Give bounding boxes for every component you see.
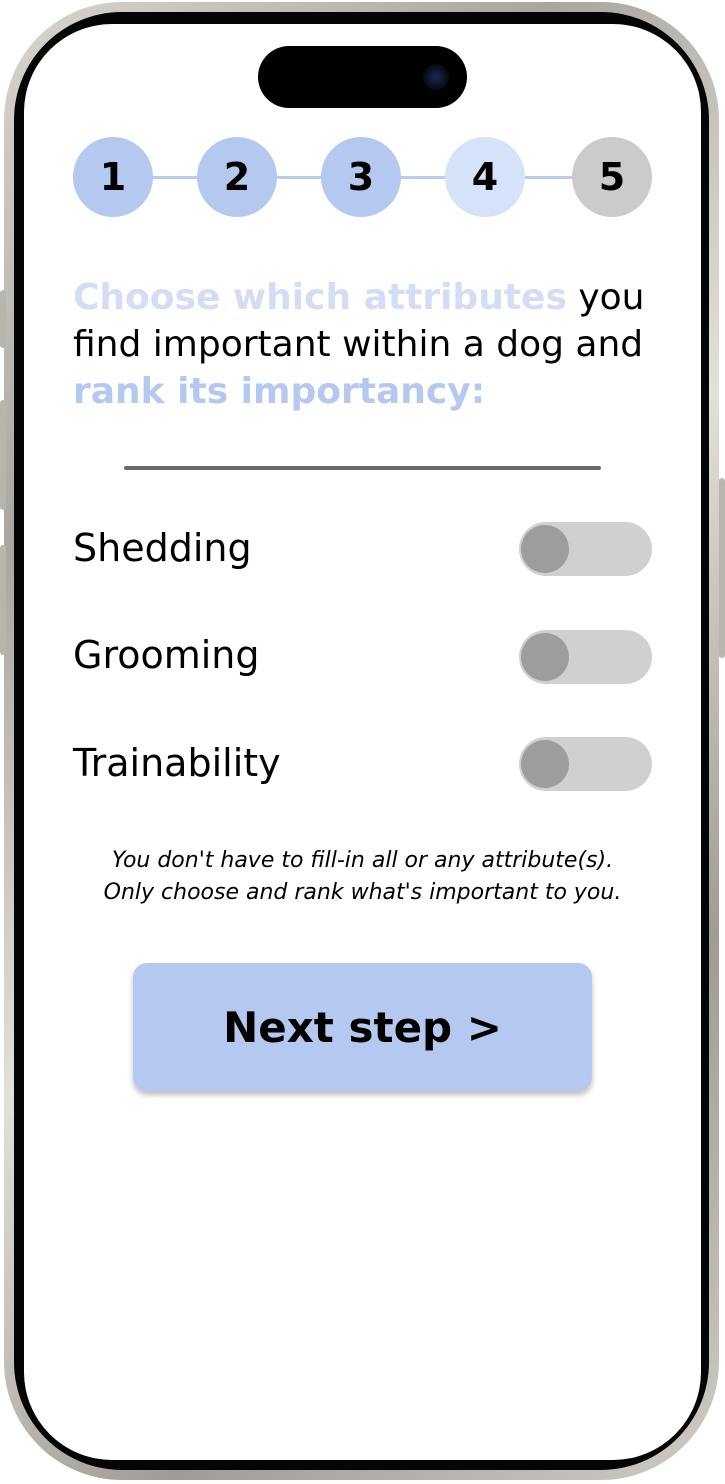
- attribute-label: Grooming: [73, 633, 260, 677]
- trainability-toggle[interactable]: [519, 737, 652, 791]
- step-1[interactable]: 1: [73, 137, 153, 217]
- step-5[interactable]: 5: [572, 137, 652, 217]
- attribute-label: Shedding: [73, 526, 252, 570]
- dynamic-island: [258, 46, 467, 108]
- step-number: 4: [471, 155, 499, 199]
- step-number: 2: [223, 155, 251, 199]
- heading-highlight-rank: rank its importancy:: [73, 371, 486, 412]
- action-button: [0, 290, 6, 348]
- attribute-label: Trainability: [73, 741, 281, 785]
- next-step-label: Next step >: [223, 1002, 502, 1052]
- divider: [124, 466, 601, 470]
- toggle-knob: [521, 525, 569, 573]
- toggle-knob: [521, 633, 569, 681]
- camera-icon: [423, 64, 449, 90]
- page-heading: Choose which attributes you find importa…: [73, 274, 653, 415]
- helper-note: You don't have to fill-in all or any att…: [40, 845, 685, 909]
- step-number: 3: [347, 155, 375, 199]
- power-button: [719, 478, 725, 658]
- shedding-toggle[interactable]: [519, 522, 652, 576]
- volume-down-button: [0, 545, 6, 655]
- volume-up-button: [0, 400, 6, 510]
- step-3[interactable]: 3: [321, 137, 401, 217]
- step-4[interactable]: 4: [445, 137, 525, 217]
- step-number: 1: [99, 155, 127, 199]
- step-2[interactable]: 2: [197, 137, 277, 217]
- step-number: 5: [598, 155, 626, 199]
- next-step-button[interactable]: Next step >: [133, 963, 592, 1091]
- heading-highlight-attributes: Choose which attributes: [73, 277, 567, 318]
- toggle-knob: [521, 740, 569, 788]
- grooming-toggle[interactable]: [519, 630, 652, 684]
- helper-note-line: Only choose and rank what's important to…: [103, 880, 622, 905]
- helper-note-line: You don't have to fill-in all or any att…: [111, 848, 614, 873]
